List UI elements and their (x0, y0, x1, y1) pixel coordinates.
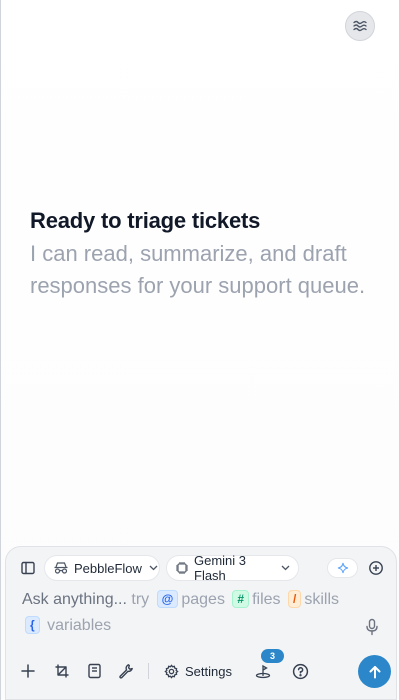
tasks-count-badge: 3 (261, 649, 284, 663)
send-button[interactable] (358, 655, 391, 688)
gear-icon (164, 663, 179, 679)
plus-icon[interactable] (18, 661, 38, 681)
composer-toolbar: Settings 3 (6, 649, 396, 688)
input-placeholder-lead: Ask anything... (22, 591, 127, 608)
chip-icon (175, 561, 189, 575)
incognito-icon (53, 561, 69, 575)
settings-button[interactable]: Settings (164, 659, 232, 683)
empty-state-subtitle: I can read, summarize, and draft respons… (30, 241, 366, 298)
pages-hint: pages (181, 591, 225, 608)
agent-selector[interactable]: PebbleFlow (44, 555, 160, 581)
empty-state: Ready to triage tickets I can read, summ… (30, 206, 375, 302)
empty-state-title: Ready to triage tickets (30, 208, 261, 233)
crop-icon[interactable] (52, 661, 72, 681)
agent-selector-label: PebbleFlow (74, 560, 142, 576)
model-selector[interactable]: Gemini 3 Flash (166, 553, 299, 583)
chevron-down-icon (281, 563, 290, 573)
chat-composer: PebbleFlow Gemini 3 Flash Ask anything..… (5, 546, 397, 700)
skills-hint: skills (304, 591, 339, 608)
notebook-icon[interactable] (84, 661, 104, 681)
skills-chip: / (287, 590, 302, 608)
app-window: Ready to triage tickets I can read, summ… (0, 0, 400, 700)
wrench-icon[interactable] (116, 661, 136, 681)
message-input[interactable]: Ask anything... try @ pages # files / skill… (22, 587, 360, 639)
sparkle-icon[interactable] (327, 558, 358, 578)
files-chip: # (232, 590, 250, 608)
input-placeholder-try: try (131, 591, 150, 608)
microphone-icon[interactable] (358, 613, 386, 641)
variables-chip: { (25, 616, 40, 634)
settings-label: Settings (185, 663, 232, 679)
arrow-up-icon (367, 664, 383, 680)
files-hint: files (252, 591, 281, 608)
plus-circle-icon[interactable] (366, 558, 386, 578)
variables-hint: variables (47, 617, 112, 634)
waves-icon[interactable] (345, 11, 375, 41)
sidebar-icon[interactable] (18, 558, 38, 578)
composer-top-bar: PebbleFlow Gemini 3 Flash (6, 553, 396, 583)
model-selector-label: Gemini 3 Flash (194, 553, 247, 583)
tasks-icon[interactable] (252, 661, 274, 681)
pages-chip: @ (156, 590, 179, 608)
toolbar-divider (148, 663, 149, 679)
help-icon[interactable] (290, 661, 310, 681)
chevron-down-icon (149, 563, 158, 573)
